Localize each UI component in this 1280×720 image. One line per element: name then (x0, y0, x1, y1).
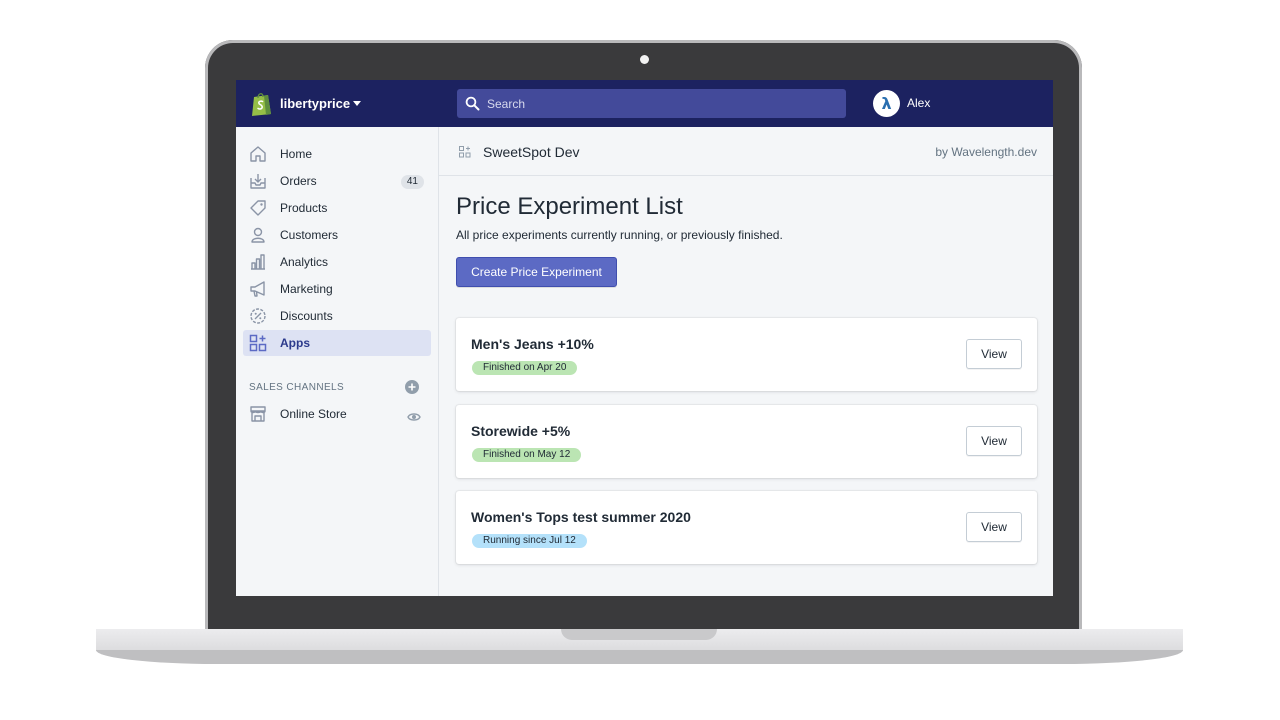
view-button[interactable]: View (966, 339, 1022, 369)
megaphone-icon (249, 280, 267, 298)
sidebar-item-label: Discounts (280, 309, 333, 323)
app-byline: by Wavelength.dev (935, 145, 1037, 159)
create-price-experiment-button[interactable]: Create Price Experiment (456, 257, 617, 287)
experiment-card: Storewide +5% Finished on May 12 View (456, 405, 1037, 478)
shopify-bag-icon[interactable] (250, 91, 272, 121)
person-icon (249, 226, 267, 244)
status-badge: Finished on May 12 (472, 448, 582, 462)
sidebar-item-label: Orders (280, 174, 317, 188)
eye-icon[interactable] (407, 409, 421, 427)
page-subtitle: All price experiments currently running,… (456, 228, 783, 242)
experiment-name: Storewide +5% (471, 423, 571, 439)
user-name[interactable]: Alex (907, 96, 930, 110)
add-circle-icon[interactable] (405, 380, 419, 399)
sidebar-item-products[interactable]: Products (243, 195, 431, 221)
sidebar-item-label: Analytics (280, 255, 329, 269)
search-bar[interactable] (457, 89, 846, 118)
screen: libertyprice λ Alex Home Orders (236, 80, 1053, 596)
view-button[interactable]: View (966, 512, 1022, 542)
orders-count-badge: 41 (400, 175, 424, 189)
sidebar: Home Orders 41 Products Customers Analyt… (236, 127, 439, 596)
chevron-down-icon[interactable] (353, 101, 361, 106)
sidebar-item-analytics[interactable]: Analytics (243, 249, 431, 275)
tag-icon (249, 199, 267, 217)
sidebar-item-orders[interactable]: Orders 41 (243, 168, 431, 194)
app-title: SweetSpot Dev (483, 144, 580, 160)
discount-icon (249, 307, 267, 325)
sidebar-item-label: Online Store (280, 407, 347, 421)
status-badge: Running since Jul 12 (472, 534, 587, 548)
page-title: Price Experiment List (456, 193, 683, 220)
sidebar-item-marketing[interactable]: Marketing (243, 276, 431, 302)
search-icon (465, 96, 480, 116)
store-icon (249, 405, 267, 423)
laptop-base-edge (96, 650, 1183, 664)
view-button[interactable]: View (966, 426, 1022, 456)
sidebar-item-label: Marketing (280, 282, 333, 296)
sidebar-item-home[interactable]: Home (243, 141, 431, 167)
avatar[interactable]: λ (873, 90, 900, 117)
main-content: SweetSpot Dev by Wavelength.dev Price Ex… (439, 127, 1053, 596)
experiment-name: Men's Jeans +10% (471, 336, 594, 352)
orders-icon (249, 172, 267, 190)
apps-icon (249, 334, 267, 352)
experiment-card: Men's Jeans +10% Finished on Apr 20 View (456, 318, 1037, 391)
laptop-notch (561, 629, 717, 640)
sidebar-item-apps[interactable]: Apps (243, 330, 431, 356)
store-name[interactable]: libertyprice (280, 96, 350, 111)
experiment-name: Women's Tops test summer 2020 (471, 509, 691, 525)
status-badge: Finished on Apr 20 (472, 361, 578, 375)
sidebar-item-label: Apps (280, 336, 310, 350)
sidebar-item-label: Customers (280, 228, 339, 242)
experiment-card: Women's Tops test summer 2020 Running si… (456, 491, 1037, 564)
home-icon (249, 145, 267, 163)
top-bar: libertyprice λ Alex (236, 80, 1053, 127)
app-grid-icon (459, 145, 471, 163)
sidebar-item-discounts[interactable]: Discounts (243, 303, 431, 329)
sales-channels-header: SALES CHANNELS (249, 382, 345, 393)
camera-dot (640, 55, 649, 64)
sidebar-item-online-store[interactable]: Online Store (243, 401, 431, 427)
bar-chart-icon (249, 253, 267, 271)
sidebar-item-customers[interactable]: Customers (243, 222, 431, 248)
sidebar-item-label: Home (280, 147, 313, 161)
app-header: SweetSpot Dev by Wavelength.dev (439, 127, 1053, 176)
search-input[interactable] (487, 95, 827, 112)
sidebar-item-label: Products (280, 201, 328, 215)
